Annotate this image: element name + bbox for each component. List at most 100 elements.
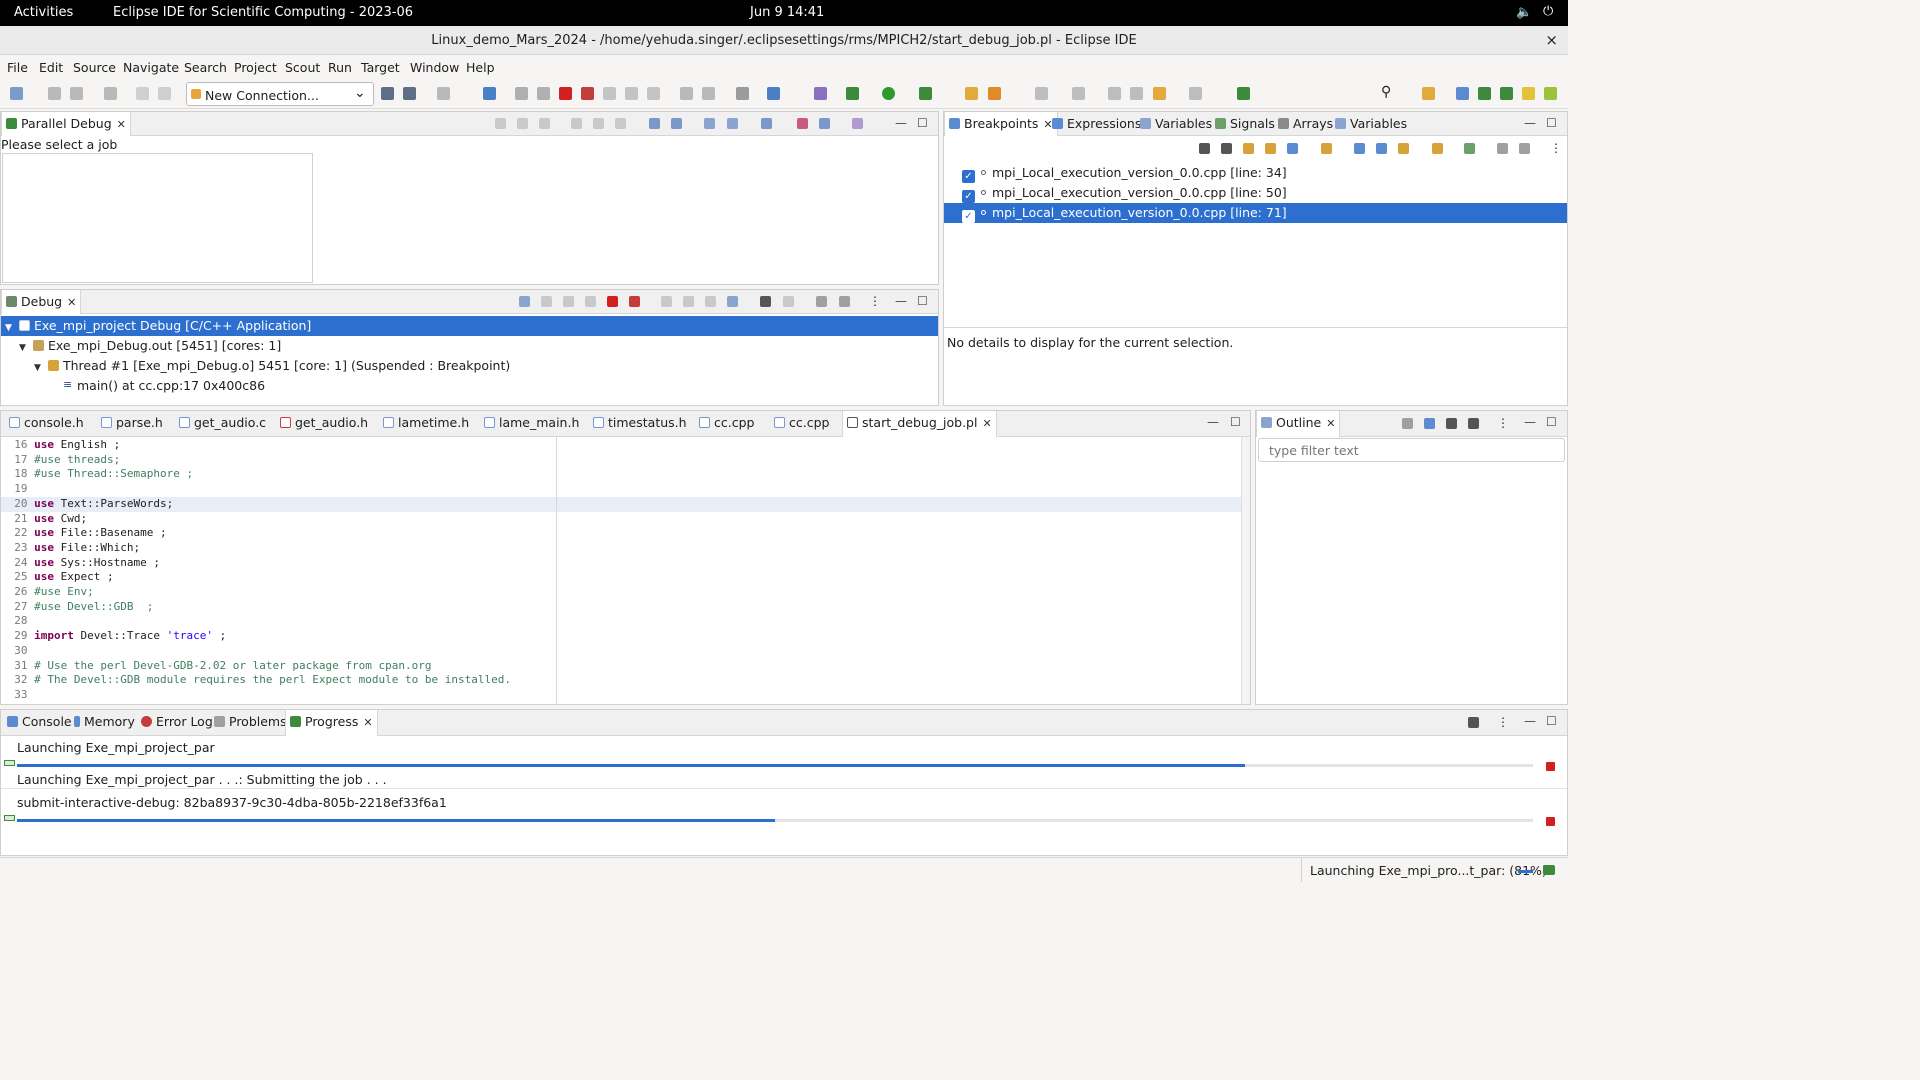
code-line[interactable]: 20 use Text::ParseWords;: [1, 497, 511, 512]
import-breakpoints-icon[interactable]: [1497, 143, 1508, 154]
code-line[interactable]: 28: [1, 614, 511, 629]
code-line[interactable]: 24 use Sys::Hostname ;: [1, 556, 511, 571]
close-icon[interactable]: ✕: [363, 716, 372, 729]
overview-ruler[interactable]: [1241, 437, 1250, 704]
debug-tree-process[interactable]: ▼ Exe_mpi_Debug.out [5451] [cores: 1]: [1, 336, 938, 356]
app-name[interactable]: Eclipse IDE for Scientific Computing - 2…: [113, 5, 413, 20]
tab-parse-h[interactable]: parse.h: [97, 411, 167, 435]
minimize-icon[interactable]: —: [1524, 415, 1536, 429]
code-line[interactable]: 17 #use threads;: [1, 453, 511, 468]
breakpoint-filter-icon[interactable]: [1321, 143, 1332, 154]
maximize-icon[interactable]: ☐: [1546, 415, 1557, 429]
sort-icon[interactable]: [1424, 418, 1435, 429]
collapse-all-icon[interactable]: [519, 296, 530, 307]
remove-all-finished-icon[interactable]: [1468, 717, 1479, 728]
undo-icon[interactable]: [136, 87, 149, 100]
tab-signals[interactable]: Signals: [1211, 112, 1279, 136]
tab-get-audio-h[interactable]: get_audio.h: [276, 411, 372, 435]
tab-debug[interactable]: Debug ✕: [1, 290, 82, 314]
instruction-step-icon[interactable]: [680, 87, 693, 100]
expand-all-icon[interactable]: [1354, 143, 1365, 154]
maximize-icon[interactable]: ☐: [1546, 116, 1557, 130]
code-line[interactable]: 19: [1, 482, 511, 497]
breakpoint-item-selected[interactable]: ✓ mpi_Local_execution_version_0.0.cpp [li…: [944, 203, 1567, 223]
last-edit-icon[interactable]: [1108, 87, 1121, 100]
coverage-icon[interactable]: [919, 87, 932, 100]
menu-window[interactable]: Window: [410, 60, 459, 75]
menu-project[interactable]: Project: [234, 60, 277, 75]
tab-variables-2[interactable]: Variables: [1331, 112, 1411, 136]
menu-search[interactable]: Search: [184, 60, 227, 75]
terminate-icon[interactable]: [607, 296, 618, 307]
step-over-icon[interactable]: [683, 296, 694, 307]
tab-error-log[interactable]: Error Log: [137, 710, 217, 734]
outline-filter-input[interactable]: [1258, 438, 1565, 462]
tab-cc-cpp-2[interactable]: cc.cpp: [770, 411, 833, 435]
tab-outline[interactable]: Outline ✕: [1256, 411, 1341, 437]
tab-parallel-debug[interactable]: Parallel Debug ✕: [1, 112, 131, 136]
tab-cc-cpp[interactable]: cc.cpp: [695, 411, 758, 435]
maximize-icon[interactable]: ☐: [917, 116, 928, 130]
collapse-icon[interactable]: [1468, 418, 1479, 429]
resume-icon[interactable]: [563, 296, 574, 307]
zoom-in-icon[interactable]: [704, 118, 715, 129]
chevron-down-icon[interactable]: ▼: [5, 323, 19, 333]
step-into-icon[interactable]: [661, 296, 672, 307]
disconnect-debug-icon[interactable]: [581, 87, 594, 100]
code-line[interactable]: 25 use Expect ;: [1, 570, 511, 585]
code-line[interactable]: 26 #use Env;: [1, 585, 511, 600]
perspective-system-icon[interactable]: [1544, 87, 1557, 100]
code-line[interactable]: 22 use File::Basename ;: [1, 526, 511, 541]
pd-view-menu-icon[interactable]: [852, 118, 863, 129]
view-menu-icon[interactable]: ⋮: [1550, 141, 1562, 155]
activities-button[interactable]: Activities: [14, 5, 73, 20]
power-icon[interactable]: ⏻: [1543, 4, 1553, 19]
pd-terminate-icon[interactable]: [539, 118, 550, 129]
suspend-icon[interactable]: [537, 87, 550, 100]
connection-combo[interactable]: New Connection...: [186, 82, 374, 106]
debug-icon[interactable]: [846, 87, 859, 100]
menu-source[interactable]: Source: [73, 60, 116, 75]
ungroup-icon[interactable]: [839, 296, 850, 307]
drop-frame-icon[interactable]: [702, 87, 715, 100]
tab-progress[interactable]: Progress ✕: [285, 710, 378, 736]
group-icon[interactable]: [816, 296, 827, 307]
chevron-down-icon[interactable]: ⌄: [354, 85, 366, 101]
forward-edit-icon[interactable]: [1130, 87, 1143, 100]
tab-lame-main-h[interactable]: lame_main.h: [480, 411, 583, 435]
code-line[interactable]: 31 # Use the perl Devel-GDB-2.02 or late…: [1, 659, 511, 674]
tab-console[interactable]: Console: [3, 710, 76, 734]
show-supported-icon[interactable]: [1243, 143, 1254, 154]
resume-icon[interactable]: [515, 87, 528, 100]
checkbox-checked-icon[interactable]: ✓: [962, 210, 975, 223]
code-line[interactable]: 21 use Cwd;: [1, 512, 511, 527]
terminate-icon[interactable]: [559, 87, 572, 100]
job-list[interactable]: [2, 153, 313, 283]
new-icon[interactable]: [10, 87, 23, 100]
pd-delete-set-icon[interactable]: [819, 118, 830, 129]
tab-variables[interactable]: Variables: [1136, 112, 1216, 136]
tab-arrays[interactable]: Arrays: [1274, 112, 1337, 136]
step-into-icon[interactable]: [603, 87, 616, 100]
menu-scout[interactable]: Scout: [285, 60, 320, 75]
tab-memory[interactable]: Memory: [70, 710, 139, 734]
search-icon[interactable]: ⚲: [1381, 84, 1391, 100]
status-progress-indicator[interactable]: [1518, 870, 1533, 873]
remove-terminated-icon[interactable]: [541, 296, 552, 307]
status-progress-text[interactable]: Launching Exe_mpi_pro...t_par: (81%): [1310, 863, 1547, 878]
menu-navigate[interactable]: Navigate: [123, 60, 179, 75]
breakpoint-item[interactable]: ✓ mpi_Local_execution_version_0.0.cpp [li…: [944, 163, 1567, 183]
code-text[interactable]: 16 use English ; 17 #use threads; 18 #us…: [1, 438, 511, 703]
pd-step-return-icon[interactable]: [615, 118, 626, 129]
previous-annotation-icon[interactable]: [1072, 87, 1085, 100]
cancel-job-icon[interactable]: [1546, 762, 1555, 771]
tab-timestatus-h[interactable]: timestatus.h: [589, 411, 691, 435]
collapse-all-icon[interactable]: [1376, 143, 1387, 154]
code-line[interactable]: 30: [1, 644, 511, 659]
disconnect-icon[interactable]: [629, 296, 640, 307]
close-icon[interactable]: ✕: [982, 417, 991, 430]
view-menu-icon[interactable]: ⋮: [1497, 416, 1509, 430]
pd-set-icon[interactable]: [761, 118, 772, 129]
window-close-button[interactable]: ×: [1545, 31, 1558, 49]
hide-fields-icon[interactable]: [1446, 418, 1457, 429]
